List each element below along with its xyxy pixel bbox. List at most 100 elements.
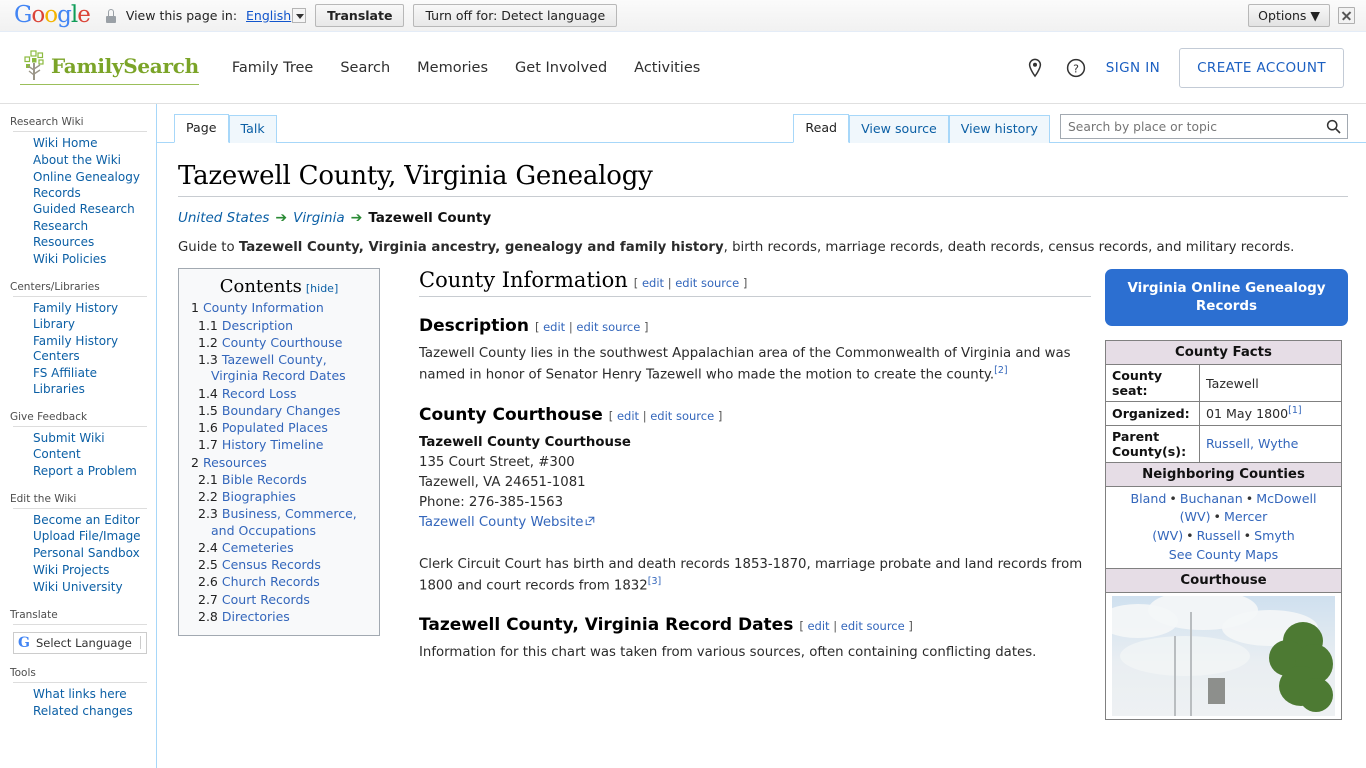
- nav-item-search[interactable]: Search: [340, 60, 390, 76]
- sidebar-item-online-genealogy-records[interactable]: Online Genealogy Records: [33, 170, 140, 200]
- toc-entry-label[interactable]: County Courthouse: [222, 335, 343, 350]
- edit-link[interactable]: edit: [807, 619, 829, 633]
- toc-entry-label[interactable]: Biographies: [222, 489, 296, 504]
- select-language-dropdown[interactable]: G Select Language: [13, 631, 147, 654]
- tab-page[interactable]: Page: [174, 114, 229, 143]
- toc-entry[interactable]: 2.1 Bible Records: [189, 472, 369, 488]
- see-county-maps-link[interactable]: See County Maps: [1169, 547, 1279, 562]
- sidebar-item-wiki-home[interactable]: Wiki Home: [33, 136, 97, 150]
- edit-source-link[interactable]: edit source: [675, 276, 739, 290]
- edit-source-link[interactable]: edit source: [650, 409, 714, 423]
- sidebar-item-report-a-problem[interactable]: Report a Problem: [33, 464, 137, 478]
- toc-entry[interactable]: 2.2 Biographies: [189, 489, 369, 505]
- reference-marker[interactable]: [2]: [994, 365, 1007, 376]
- toc-hide-link[interactable]: [hide]: [306, 282, 338, 295]
- translate-language-select[interactable]: English: [246, 7, 307, 24]
- sidebar-item-personal-sandbox[interactable]: Personal Sandbox: [33, 546, 140, 560]
- create-account-button[interactable]: CREATE ACCOUNT: [1179, 47, 1344, 88]
- toc-entry-label[interactable]: Cemeteries: [222, 540, 294, 555]
- toc-entry[interactable]: 1.2 County Courthouse: [189, 335, 369, 351]
- reference-marker[interactable]: [1]: [1288, 405, 1301, 416]
- sidebar-item-wiki-university[interactable]: Wiki University: [33, 580, 123, 594]
- question-circle-icon[interactable]: ?: [1065, 57, 1087, 79]
- search-icon[interactable]: [1326, 119, 1341, 134]
- edit-source-link[interactable]: edit source: [841, 619, 905, 633]
- toc-entry[interactable]: 1.4 Record Loss: [189, 386, 369, 402]
- edit-link[interactable]: edit: [617, 409, 639, 423]
- neighbor-link-russell[interactable]: Russell: [1197, 528, 1241, 543]
- toc-entry[interactable]: 1.1 Description: [189, 318, 369, 334]
- sidebar-item-become-an-editor[interactable]: Become an Editor: [33, 513, 140, 527]
- toc-entry-label[interactable]: Bible Records: [222, 472, 307, 487]
- sidebar-item-research-resources[interactable]: Research Resources: [33, 219, 94, 249]
- search-input[interactable]: [1061, 115, 1347, 138]
- toc-entry-label[interactable]: Boundary Changes: [222, 403, 341, 418]
- toc-entry[interactable]: 2 Resources: [189, 455, 369, 471]
- toc-entry-label[interactable]: County Information: [203, 300, 324, 315]
- breadcrumb-item-virginia[interactable]: Virginia: [293, 210, 344, 226]
- toc-entry-label[interactable]: Populated Places: [222, 420, 328, 435]
- translate-language-link[interactable]: English: [246, 8, 291, 23]
- toc-entry[interactable]: 1.5 Boundary Changes: [189, 403, 369, 419]
- toc-entry-label[interactable]: Record Loss: [222, 386, 297, 401]
- toc-entry[interactable]: 2.5 Census Records: [189, 557, 369, 573]
- reference-link[interactable]: [3]: [648, 576, 661, 587]
- reference-link[interactable]: [1]: [1288, 405, 1301, 416]
- parent-counties-link[interactable]: Russell, Wythe: [1206, 436, 1298, 451]
- reference-link[interactable]: [2]: [994, 365, 1007, 376]
- edit-link[interactable]: edit: [543, 320, 565, 334]
- translate-button[interactable]: Translate: [315, 4, 405, 27]
- toc-entry[interactable]: 2.6 Church Records: [189, 574, 369, 590]
- toc-entry-label[interactable]: Church Records: [222, 574, 320, 589]
- sidebar-item-about-the-wiki[interactable]: About the Wiki: [33, 153, 121, 167]
- nav-item-family-tree[interactable]: Family Tree: [232, 60, 313, 76]
- courthouse-website-link[interactable]: Tazewell County Website: [419, 515, 584, 530]
- neighbor-link-smyth[interactable]: Smyth: [1254, 528, 1295, 543]
- tab-read[interactable]: Read: [793, 114, 850, 143]
- breadcrumb-item-united-states[interactable]: United States: [178, 210, 269, 226]
- nav-item-get-involved[interactable]: Get Involved: [515, 60, 607, 76]
- toc-entry-label[interactable]: Tazewell County, Virginia Record Dates: [211, 352, 346, 383]
- toc-entry-label[interactable]: Description: [222, 318, 293, 333]
- tab-view-source[interactable]: View source: [849, 115, 949, 143]
- edit-source-link[interactable]: edit source: [576, 320, 640, 334]
- toc-entry[interactable]: 2.8 Directories: [189, 609, 369, 625]
- sign-in-link[interactable]: SIGN IN: [1106, 60, 1160, 76]
- toc-entry[interactable]: 1.6 Populated Places: [189, 420, 369, 436]
- toc-entry[interactable]: 1.7 History Timeline: [189, 437, 369, 453]
- familysearch-logo[interactable]: FamilySearch: [20, 50, 199, 85]
- toc-entry[interactable]: 2.3 Business, Commerce, and Occupations: [189, 506, 369, 539]
- tab-view-source-label[interactable]: View source: [861, 121, 937, 136]
- toc-entry[interactable]: 1 County Information: [189, 300, 369, 316]
- tab-view-history-label[interactable]: View history: [961, 121, 1038, 136]
- sidebar-item-family-history-library[interactable]: Family History Library: [33, 301, 118, 331]
- neighbor-link-buchanan[interactable]: Buchanan: [1180, 491, 1243, 506]
- reference-marker[interactable]: [3]: [648, 576, 661, 587]
- sidebar-item-submit-wiki-content[interactable]: Submit Wiki Content: [33, 431, 105, 461]
- nav-item-activities[interactable]: Activities: [634, 60, 700, 76]
- map-pin-icon[interactable]: [1024, 57, 1046, 79]
- turn-off-translation-button[interactable]: Turn off for: Detect language: [413, 4, 618, 27]
- search-box[interactable]: [1060, 114, 1348, 139]
- chevron-down-icon[interactable]: [292, 7, 307, 23]
- toc-entry-label[interactable]: Directories: [222, 609, 290, 624]
- toc-entry-label[interactable]: Business, Commerce, and Occupations: [211, 506, 357, 537]
- sidebar-item-what-links-here[interactable]: What links here: [33, 687, 127, 701]
- sidebar-item-upload-file-image[interactable]: Upload File/Image: [33, 529, 141, 543]
- virginia-online-genealogy-records-button[interactable]: Virginia Online Genealogy Records: [1105, 269, 1348, 327]
- translate-options-button[interactable]: Options ▼: [1248, 4, 1330, 27]
- close-icon[interactable]: [1338, 7, 1355, 24]
- sidebar-item-related-changes[interactable]: Related changes: [33, 704, 133, 718]
- toc-entry-label[interactable]: Court Records: [222, 592, 310, 607]
- tab-talk[interactable]: Talk: [228, 115, 277, 143]
- nav-item-memories[interactable]: Memories: [417, 60, 488, 76]
- neighbor-link-bland[interactable]: Bland: [1131, 491, 1167, 506]
- sidebar-item-guided-research[interactable]: Guided Research: [33, 202, 135, 216]
- tab-talk-label[interactable]: Talk: [241, 121, 265, 136]
- sidebar-item-fs-affiliate-libraries[interactable]: FS Affiliate Libraries: [33, 366, 97, 396]
- toc-entry-label[interactable]: Census Records: [222, 557, 321, 572]
- edit-link[interactable]: edit: [642, 276, 664, 290]
- sidebar-item-wiki-policies[interactable]: Wiki Policies: [33, 252, 106, 266]
- toc-entry-label[interactable]: History Timeline: [222, 437, 324, 452]
- sidebar-item-wiki-projects[interactable]: Wiki Projects: [33, 563, 109, 577]
